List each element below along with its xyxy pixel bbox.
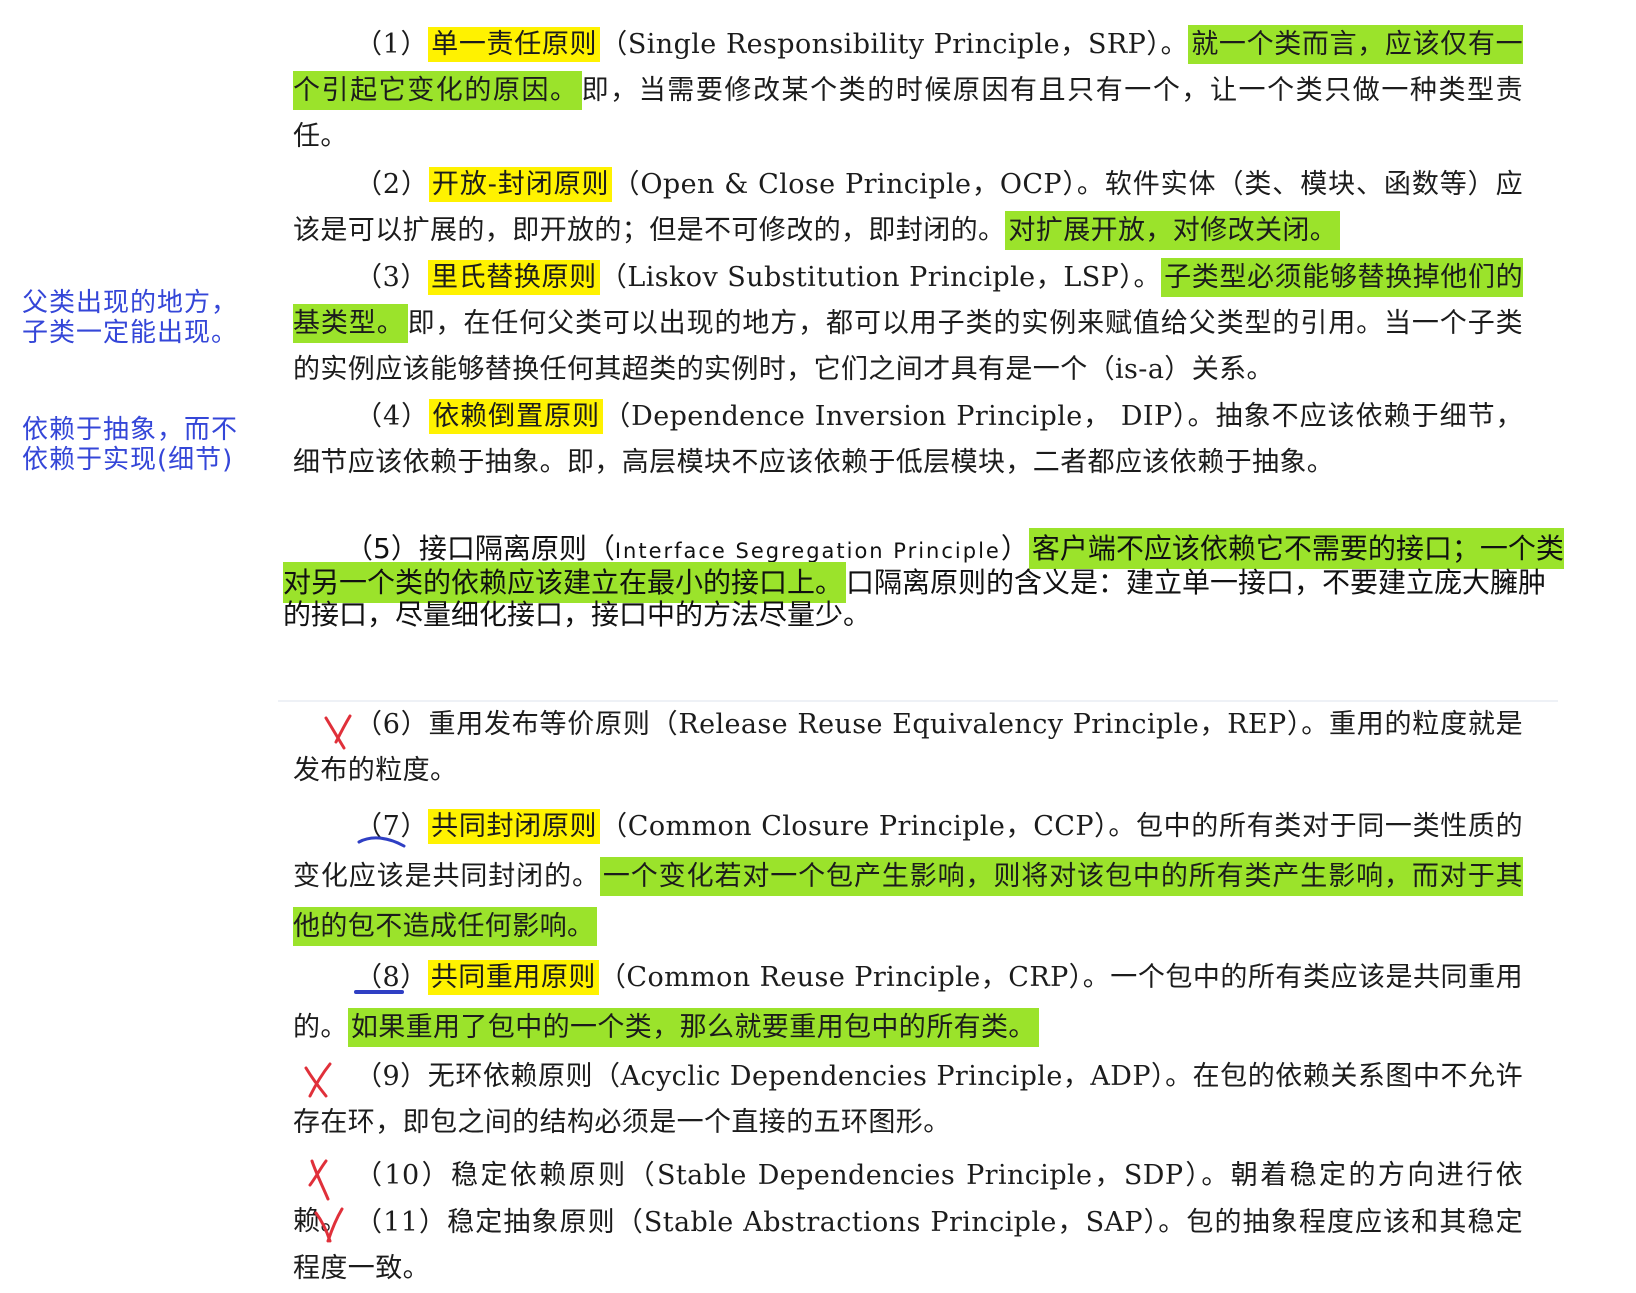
principle-adp: （9）无环依赖原则（Acyclic Dependencies Principle… <box>293 1054 1523 1146</box>
principle-lsp: （3） 里氏替换原则 （Liskov Substitution Principle，… <box>293 255 1523 393</box>
principle-rep: （6）重用发布等价原则（Release Reuse Equivalency Pr… <box>293 702 1523 794</box>
principle-name-highlight: 共同封闭原则 <box>428 809 601 844</box>
principle-text: 即，在任何父类可以出现的地方，都可以用子类的实例来赋值给父类型的引用。当一个子类… <box>293 308 1523 385</box>
principle-english: （Single Responsibility Principle，SRP）。 <box>600 29 1189 60</box>
cross-mark-icon <box>304 1062 332 1098</box>
note-line: 依赖于实现(细节) <box>22 445 234 475</box>
principle-bracket: ） <box>1000 532 1029 565</box>
principle-name-highlight: 开放-封闭原则 <box>428 167 613 202</box>
margin-note-lsp: 父类出现的地方， 子类一定能出现。 <box>22 288 282 348</box>
principle-dip: （4） 依赖倒置原则 （Dependence Inversion Principle… <box>293 394 1523 486</box>
key-statement-highlight: 如果重用了包中的一个类，那么就要重用包中的所有类。 <box>347 1008 1039 1047</box>
principle-number: （3） <box>355 262 429 293</box>
note-line: 依赖于抽象，而不 <box>22 415 239 445</box>
underline-mark <box>357 836 406 848</box>
principle-ccp: （7） 共同封闭原则 （Common Closure Principle，CCP）。… <box>293 802 1523 952</box>
underline-mark <box>354 990 404 994</box>
principle-text: （9）无环依赖原则（Acyclic Dependencies Principle… <box>293 1061 1523 1138</box>
principle-ocp: （2） 开放-封闭原则 （Open & Close Principle，OCP）。软… <box>293 162 1523 254</box>
key-statement-highlight: 对扩展开放，对修改关闭。 <box>1005 211 1341 250</box>
principle-name-highlight: 里氏替换原则 <box>428 260 600 295</box>
cross-mark-icon <box>308 1159 330 1201</box>
principle-crp: （8） 共同重用原则 （Common Reuse Principle，CRP）。一个… <box>293 953 1523 1053</box>
principle-lead: （5）接口隔离原则（ <box>345 532 615 565</box>
principle-isp: （5）接口隔离原则（Interface Segregation Principl… <box>283 528 1573 631</box>
principle-name-highlight: 共同重用原则 <box>427 960 599 995</box>
principle-number: （2） <box>355 169 429 200</box>
principle-name-highlight: 单一责任原则 <box>428 27 601 62</box>
note-line: 子类一定能出现。 <box>22 318 239 348</box>
margin-note-dip: 依赖于抽象，而不 依赖于实现(细节) <box>22 415 282 475</box>
cross-mark-icon <box>324 714 352 750</box>
principle-english: Interface Segregation Principle <box>614 539 1001 563</box>
principle-sap: （11）稳定抽象原则（Stable Abstractions Principle… <box>293 1200 1523 1292</box>
note-line: 父类出现的地方， <box>22 288 239 318</box>
principle-name-highlight: 依赖倒置原则 <box>429 399 604 434</box>
principle-text: （6）重用发布等价原则（Release Reuse Equivalency Pr… <box>293 709 1523 786</box>
cross-mark-icon <box>314 1207 344 1243</box>
principle-number: （4） <box>355 401 430 432</box>
principle-number: （1） <box>355 29 429 60</box>
principle-srp: （1） 单一责任原则 （Single Responsibility Principl… <box>293 22 1523 160</box>
principle-number: （8） <box>355 962 428 993</box>
principle-text: （11）稳定抽象原则（Stable Abstractions Principle… <box>293 1207 1523 1284</box>
principle-english: （Liskov Substitution Principle，LSP）。 <box>599 262 1162 293</box>
